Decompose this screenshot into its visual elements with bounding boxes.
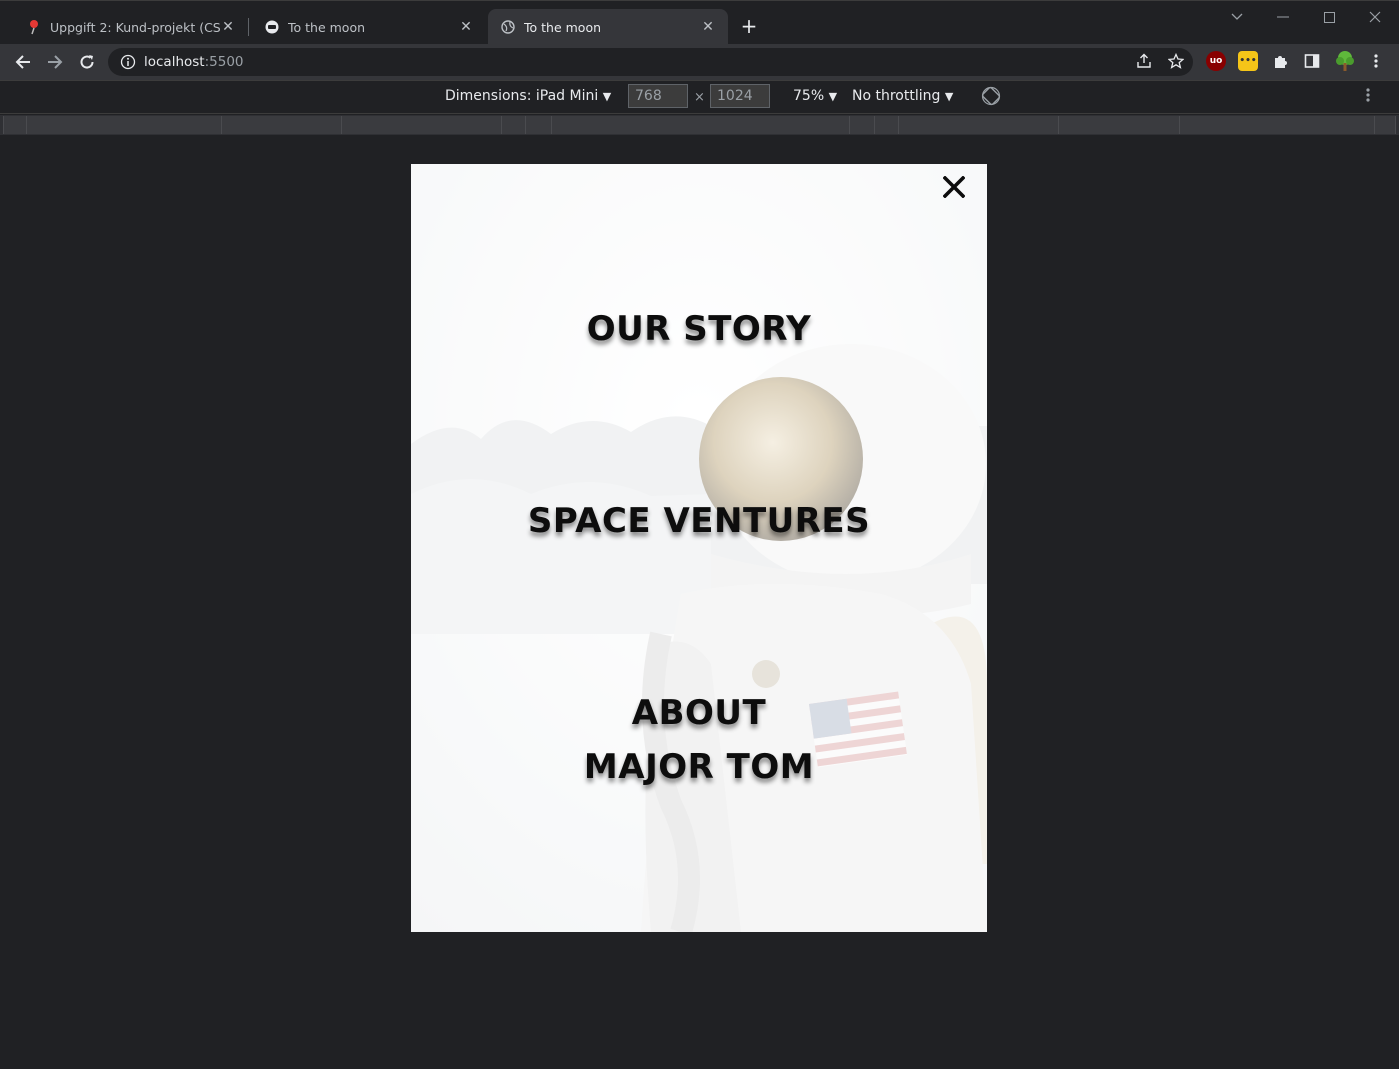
media-query-segment[interactable] bbox=[26, 116, 222, 134]
star-icon[interactable] bbox=[1165, 50, 1187, 72]
media-query-segment[interactable] bbox=[525, 116, 552, 134]
media-query-segment[interactable] bbox=[874, 116, 899, 134]
tab-to-the-moon-active[interactable]: To the moon ✕ bbox=[488, 9, 728, 45]
maximize-icon[interactable] bbox=[1318, 7, 1340, 27]
media-query-segment[interactable] bbox=[221, 116, 342, 134]
url-text: localhost:5500 bbox=[144, 54, 244, 70]
tab-to-the-moon[interactable]: To the moon ✕ bbox=[252, 9, 486, 45]
minimize-icon[interactable] bbox=[1272, 7, 1294, 27]
share-icon[interactable] bbox=[1133, 50, 1155, 72]
tab-title: To the moon bbox=[524, 19, 602, 35]
media-query-segment[interactable] bbox=[849, 116, 875, 134]
media-query-segment[interactable] bbox=[1179, 116, 1375, 134]
times-symbol: × bbox=[694, 90, 705, 105]
dimensions-dropdown[interactable]: Dimensions: iPad Mini ▼ bbox=[445, 88, 611, 104]
nav-link-space-ventures[interactable]: SPACE VENTURES bbox=[411, 494, 987, 548]
globe-icon bbox=[500, 19, 516, 35]
nav-link-major-tom[interactable]: MAJOR TOM bbox=[411, 740, 987, 794]
tab-title: Uppgift 2: Kund-projekt (CSS) | H bbox=[50, 19, 220, 35]
close-menu-button[interactable] bbox=[941, 174, 967, 200]
media-query-segment[interactable] bbox=[501, 116, 526, 134]
device-viewport: OUR STORY SPACE VENTURES ABOUT MAJOR TOM bbox=[411, 164, 987, 932]
extension-yellow-icon[interactable]: ••• bbox=[1238, 51, 1258, 71]
device-menu-kebab-icon[interactable] bbox=[1366, 87, 1382, 107]
puzzle-icon[interactable] bbox=[1270, 51, 1290, 71]
url-port: :5500 bbox=[204, 54, 244, 70]
device-toolbar: Dimensions: iPad Mini ▼ 768 × 1024 75% ▼… bbox=[0, 80, 1399, 114]
media-query-segment[interactable] bbox=[898, 116, 1059, 134]
menu-kebab-icon[interactable] bbox=[1366, 51, 1386, 71]
zoom-label: 75% bbox=[793, 88, 825, 104]
url-host: localhost bbox=[144, 54, 205, 70]
tab-uppgift[interactable]: Uppgift 2: Kund-projekt (CSS) | H ✕ bbox=[14, 9, 248, 45]
app-icon bbox=[264, 19, 280, 35]
media-query-segment[interactable] bbox=[551, 116, 850, 134]
rotate-icon[interactable] bbox=[981, 86, 1001, 106]
pin-icon bbox=[26, 19, 42, 35]
browser-toolbar: localhost:5500 uo ••• bbox=[0, 44, 1399, 80]
reload-icon[interactable] bbox=[75, 50, 99, 74]
nav-link-our-story[interactable]: OUR STORY bbox=[411, 302, 987, 356]
height-input[interactable]: 1024 bbox=[710, 84, 770, 108]
info-icon[interactable] bbox=[120, 54, 136, 70]
media-query-segment[interactable] bbox=[341, 116, 502, 134]
tree-icon[interactable] bbox=[1334, 50, 1356, 72]
close-icon bbox=[943, 176, 965, 198]
width-input[interactable]: 768 bbox=[628, 84, 688, 108]
new-tab-button[interactable]: + bbox=[738, 14, 760, 38]
dropdown-arrow-icon: ▼ bbox=[944, 90, 954, 103]
nav-link-about[interactable]: ABOUT bbox=[411, 686, 987, 740]
media-query-bar bbox=[0, 115, 1399, 135]
tab-search-icon[interactable] bbox=[1226, 7, 1248, 27]
dimensions-label: Dimensions: iPad Mini bbox=[445, 88, 599, 104]
throttling-label: No throttling bbox=[852, 88, 941, 104]
close-icon[interactable]: ✕ bbox=[220, 19, 236, 35]
ublock-icon[interactable]: uo bbox=[1206, 51, 1226, 71]
media-query-segment[interactable] bbox=[3, 116, 27, 134]
tab-title: To the moon bbox=[288, 19, 366, 35]
tab-strip: Uppgift 2: Kund-projekt (CSS) | H ✕ To t… bbox=[0, 0, 1399, 45]
window-close-icon[interactable] bbox=[1364, 7, 1386, 27]
media-query-segment[interactable] bbox=[1058, 116, 1180, 134]
forward-icon[interactable] bbox=[43, 50, 67, 74]
throttling-dropdown[interactable]: No throttling ▼ bbox=[852, 88, 953, 104]
media-query-segment[interactable] bbox=[1374, 116, 1396, 134]
side-panel-icon[interactable] bbox=[1302, 51, 1322, 71]
zoom-dropdown[interactable]: 75% ▼ bbox=[793, 88, 837, 104]
close-icon[interactable]: ✕ bbox=[458, 19, 474, 35]
menu-overlay bbox=[411, 164, 987, 932]
back-icon[interactable] bbox=[11, 50, 35, 74]
dropdown-arrow-icon: ▼ bbox=[602, 90, 612, 103]
address-bar[interactable]: localhost:5500 bbox=[108, 48, 1193, 76]
close-icon[interactable]: ✕ bbox=[700, 19, 716, 35]
dropdown-arrow-icon: ▼ bbox=[828, 90, 838, 103]
tab-divider bbox=[248, 18, 249, 36]
